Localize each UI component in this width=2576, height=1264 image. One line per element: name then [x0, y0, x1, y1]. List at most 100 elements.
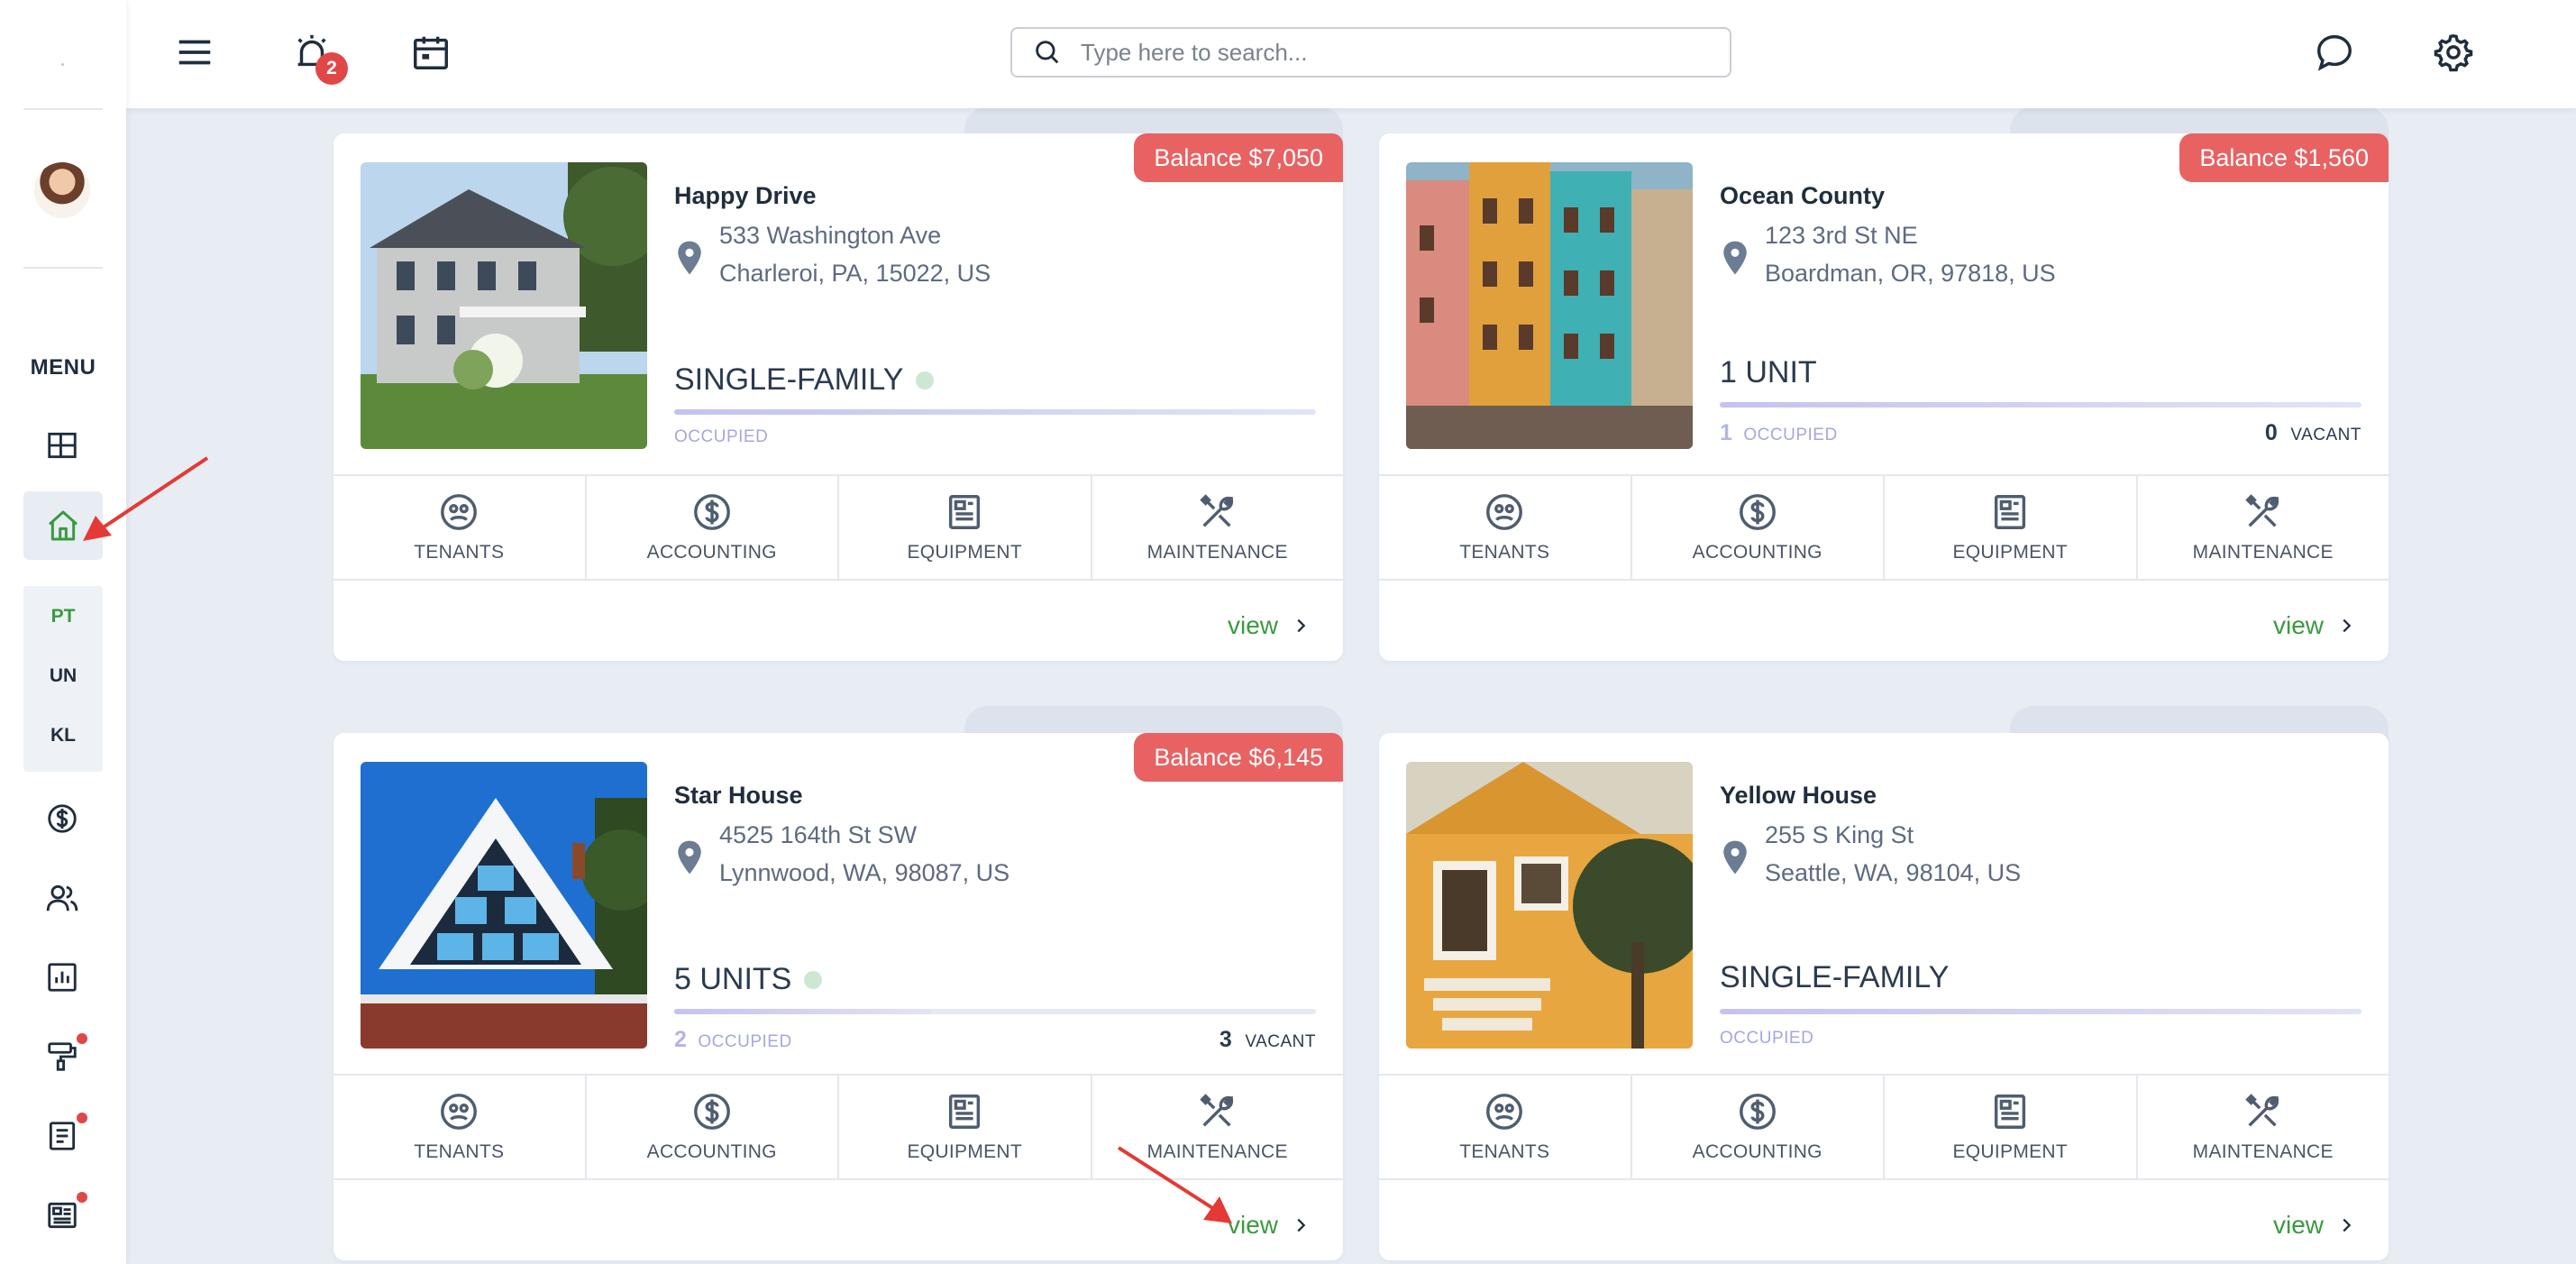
tenants-button[interactable]: TENANTS [333, 1076, 587, 1178]
view-link[interactable]: view [2273, 1211, 2356, 1240]
dollar-icon[interactable] [41, 797, 84, 840]
accounting-label: ACCOUNTING [646, 542, 777, 563]
balance-badge: Balance $6,145 [1134, 733, 1343, 782]
equipment-button[interactable]: EQUIPMENT [839, 476, 1092, 579]
accounting-label: ACCOUNTING [1692, 542, 1822, 563]
maintenance-icon [2245, 494, 2279, 527]
vacant-count: 0 [2264, 420, 2279, 445]
occupancy-bar [674, 409, 1316, 415]
tenants-button[interactable]: TENANTS [1379, 476, 1632, 579]
equipment-label: EQUIPMENT [907, 1141, 1023, 1162]
logo-placeholder [61, 63, 64, 66]
maintenance-label: MAINTENANCE [2192, 542, 2334, 563]
sidebar-subitem-un[interactable]: UN [23, 665, 103, 687]
hamburger-menu-icon[interactable] [168, 25, 222, 79]
chevron-right-icon [2343, 1218, 2352, 1232]
equipment-button[interactable]: EQUIPMENT [839, 1076, 1092, 1178]
card-actions: TENANTS ACCOUNTING EQUIPMENT MAINTENANCE [1379, 1074, 2389, 1180]
accounting-button[interactable]: ACCOUNTING [1632, 1076, 1885, 1178]
view-link[interactable]: view [1228, 1211, 1311, 1240]
vacant-count: 3 [1219, 1027, 1233, 1052]
tenants-button[interactable]: TENANTS [1379, 1076, 1632, 1178]
document-icon[interactable] [41, 1113, 87, 1158]
newspaper-icon[interactable] [41, 1192, 87, 1237]
maintenance-icon [1200, 1094, 1233, 1127]
vacant-status: 0 VACANT [2265, 420, 2361, 446]
maintenance-label: MAINTENANCE [1146, 542, 1288, 563]
occupied-count: 2 [674, 1027, 688, 1052]
location-pin-icon [678, 840, 701, 875]
maintenance-button[interactable]: MAINTENANCE [2138, 1076, 2389, 1178]
divider [23, 267, 103, 269]
occupied-label: OCCUPIED [674, 427, 769, 446]
address-line-2: Seattle, WA, 98104, US [1765, 859, 2022, 886]
annotation-arrow [83, 456, 209, 541]
vacant-label: VACANT [2290, 426, 2361, 444]
tenants-button[interactable]: TENANTS [333, 476, 587, 579]
property-name[interactable]: Yellow House [1720, 782, 1877, 810]
vacant-status: 3 VACANT [1219, 1027, 1316, 1053]
address-line-1: 255 S King St [1765, 821, 1914, 848]
equipment-icon [1995, 495, 2026, 529]
search-field[interactable] [1010, 27, 1731, 78]
gear-icon[interactable] [2426, 25, 2480, 79]
occupied-status: 2 OCCUPIED [674, 1027, 792, 1053]
address-line-2: Lynnwood, WA, 98087, US [719, 859, 1010, 886]
occupancy-bar-fill [674, 1009, 931, 1014]
address-line-1: 123 3rd St NE [1765, 222, 1918, 249]
equipment-icon [1995, 1095, 2026, 1129]
accounting-icon [1739, 494, 1776, 530]
occupied-label: OCCUPIED [1720, 1029, 1814, 1048]
occupancy-bar [1720, 402, 2361, 408]
view-link[interactable]: view [1228, 611, 1311, 640]
maintenance-button[interactable]: MAINTENANCE [2138, 476, 2389, 579]
property-name[interactable]: Star House [674, 782, 803, 810]
avatar[interactable] [34, 162, 90, 218]
property-type: 1 UNIT [1720, 355, 1817, 390]
balance-badge: Balance $7,050 [1134, 133, 1343, 182]
accounting-icon [1739, 1094, 1776, 1130]
tenants-icon [1486, 1094, 1523, 1130]
alert-dot [77, 1033, 87, 1044]
property-photo[interactable] [361, 162, 647, 449]
chat-bubble-icon[interactable] [2307, 25, 2361, 79]
property-card-body: Balance $1,560 Ocean County 123 3rd St N… [1379, 133, 2389, 661]
property-name[interactable]: Happy Drive [674, 182, 817, 210]
equipment-button[interactable]: EQUIPMENT [1885, 476, 2138, 579]
equipment-button[interactable]: EQUIPMENT [1885, 1076, 2138, 1178]
address-line-1: 4525 164th St SW [719, 821, 918, 848]
tenants-icon [441, 1094, 478, 1130]
property-photo[interactable] [361, 762, 647, 1049]
view-link[interactable]: view [2273, 611, 2356, 640]
accounting-button[interactable]: ACCOUNTING [587, 1076, 839, 1178]
maintenance-label: MAINTENANCE [2192, 1141, 2334, 1162]
occupancy-bar-fill [1720, 402, 2361, 408]
sidebar-subitem-pt[interactable]: PT [23, 606, 103, 627]
property-name[interactable]: Ocean County [1720, 182, 1885, 210]
users-icon[interactable] [41, 876, 84, 920]
search-input[interactable] [1081, 38, 1712, 67]
property-type: SINGLE-FAMILY [674, 362, 935, 398]
property-card-body: Balance $7,050 Happy Drive 533 Washingto… [333, 133, 1343, 661]
balance-badge: Balance $1,560 [2179, 133, 2389, 182]
equipment-icon [949, 1095, 981, 1129]
accounting-label: ACCOUNTING [1692, 1141, 1822, 1162]
property-photo[interactable] [1406, 762, 1693, 1049]
maintenance-button[interactable]: MAINTENANCE [1092, 476, 1344, 579]
address-line-1: 533 Washington Ave [719, 222, 942, 249]
occupied-status: 1 OCCUPIED [1720, 420, 1838, 446]
reports-icon[interactable] [41, 956, 84, 999]
property-card-body: Yellow House 255 S King St Seattle, WA, … [1379, 733, 2389, 1260]
calendar-icon[interactable] [404, 25, 458, 79]
accounting-button[interactable]: ACCOUNTING [1632, 476, 1885, 579]
accounting-button[interactable]: ACCOUNTING [587, 476, 839, 579]
sidebar-subitem-kl[interactable]: KL [23, 725, 103, 746]
card-actions: TENANTS ACCOUNTING EQUIPMENT MAINTENANCE [333, 474, 1343, 581]
paint-roller-icon[interactable] [41, 1033, 87, 1078]
sidebar: MENU PT UN KL [0, 0, 126, 1264]
card-actions: TENANTS ACCOUNTING EQUIPMENT MAINTENANCE [1379, 474, 2389, 581]
occupied-label: OCCUPIED [698, 1032, 792, 1051]
property-photo[interactable] [1406, 162, 1693, 449]
top-bar: 2 [126, 0, 2576, 108]
status-dot [804, 970, 823, 989]
